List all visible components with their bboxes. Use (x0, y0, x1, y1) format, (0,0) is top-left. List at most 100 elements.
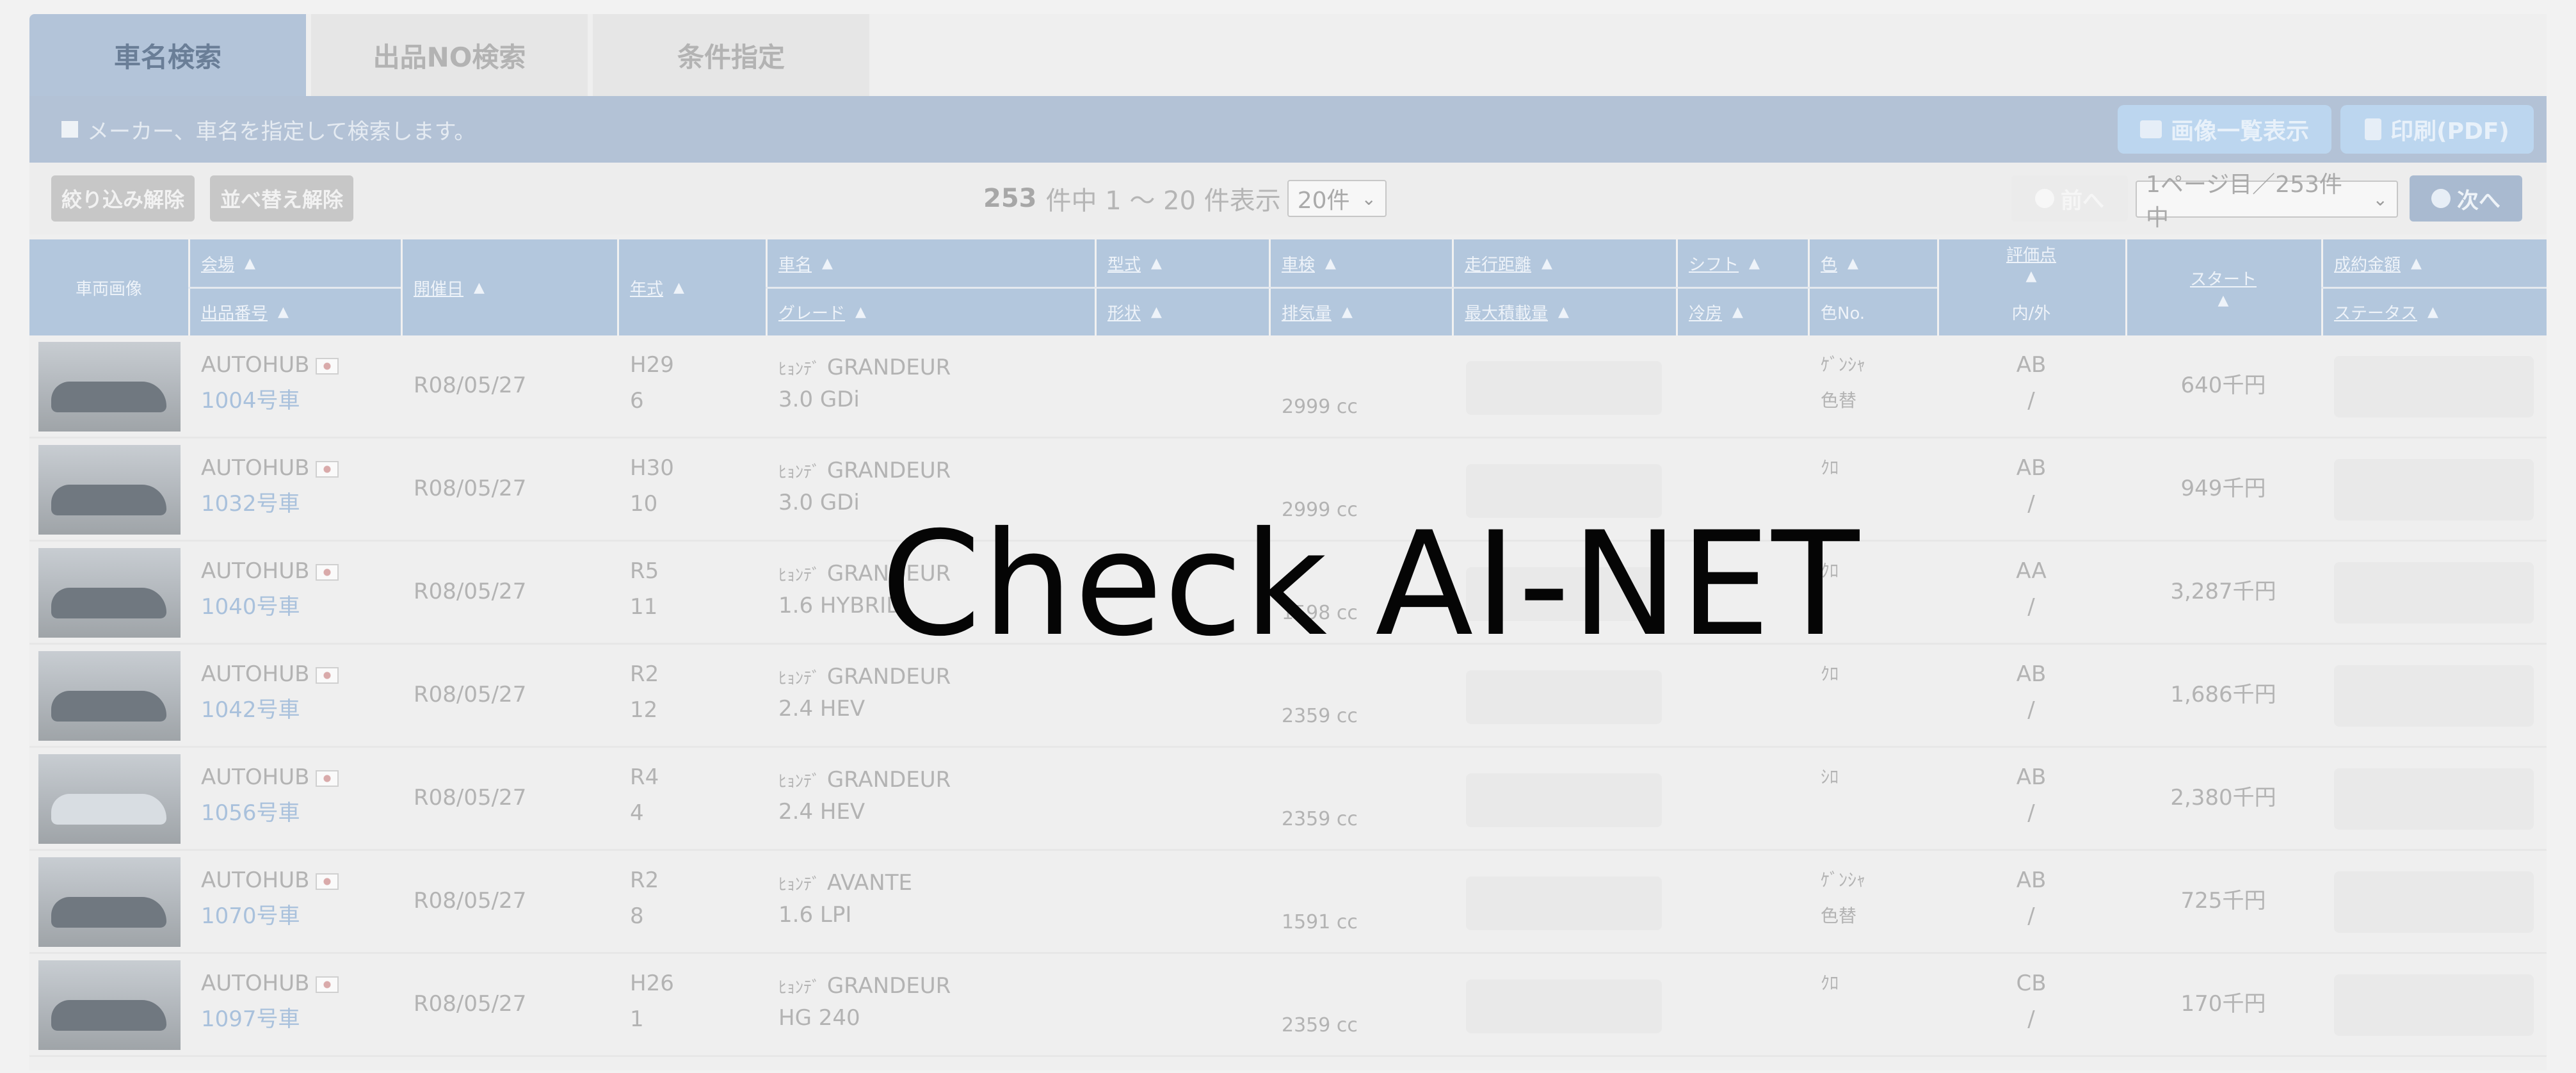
sort-score[interactable]: 評価点 ▲ (1937, 239, 2125, 287)
int-ext-score: / (2027, 594, 2035, 620)
grade: 2.4 HEV (778, 799, 865, 825)
sort-mileage[interactable]: 走行距離 ▲ (1452, 239, 1552, 287)
search-description: メーカー、車名を指定して検索します。 (87, 118, 476, 145)
tab-condition-search[interactable]: 条件指定 (593, 14, 874, 96)
count-suffix: 件中 1 ～ 20 件表示 (1045, 186, 1281, 216)
chevron-down-icon: ⌄ (2372, 188, 2388, 210)
korea-flag-icon (316, 976, 339, 993)
image-list-label: 画像一覧表示 (2170, 118, 2309, 145)
sort-displacement[interactable]: 排気量 ▲ (1269, 288, 1353, 335)
sort-model[interactable]: 型式 ▲ (1095, 239, 1162, 287)
year-month: 8 (630, 903, 644, 929)
year-month: 10 (630, 491, 658, 517)
lot-no-link[interactable]: 1042号車 (201, 692, 300, 728)
clear-sort-button[interactable]: 並べ替え解除 (210, 175, 354, 222)
color: ｸﾛ (1821, 457, 1839, 478)
next-page-button[interactable]: 次へ (2410, 175, 2522, 222)
venue-cell: AUTOHUB (201, 862, 339, 898)
table-row[interactable]: AUTOHUB 1097号車 R08/05/27 H26 1 ﾋｮﾝﾃﾞ GRANDEUR… (29, 954, 2547, 1057)
header-image: 車両画像 (75, 279, 142, 299)
tab-car-name-search[interactable]: 車名検索 (29, 14, 311, 96)
page-select[interactable]: 1ページ目／253件中 ⌄ (2136, 172, 2398, 231)
year-era: R2 (630, 867, 659, 893)
color-note: 色替 (1821, 905, 1857, 926)
vehicle-thumbnail[interactable] (38, 445, 181, 535)
sort-start[interactable]: スタート ▲ (2125, 239, 2321, 335)
color: ｸﾛ (1821, 972, 1839, 994)
start-price: 3,287千円 (2170, 579, 2276, 604)
year-era: H29 (630, 352, 674, 378)
sort-lot-no[interactable]: 出品番号 ▲ (188, 288, 289, 335)
sort-cooling[interactable]: 冷房 ▲ (1676, 288, 1743, 335)
sort-year[interactable]: 年式 ▲ (617, 239, 684, 335)
int-ext-score: / (2027, 1006, 2035, 1032)
year-month: 4 (630, 800, 644, 826)
table-row[interactable]: AUTOHUB 1070号車 R08/05/27 R2 8 ﾋｮﾝﾃﾞ AVANTE 1.6… (29, 851, 2547, 954)
table-row[interactable]: AUTOHUB 1004号車 R08/05/27 H29 6 ﾋｮﾝﾃﾞ GRANDEUR… (29, 335, 2547, 439)
search-info-bar: メーカー、車名を指定して検索します。 画像一覧表示 印刷(PDF) (29, 96, 2547, 163)
korea-flag-icon (316, 563, 339, 581)
per-page-select[interactable]: 20件 ⌄ (1287, 180, 1387, 217)
sort-date[interactable]: 開催日 ▲ (401, 239, 485, 335)
square-bullet-icon (61, 121, 78, 138)
sort-inspection[interactable]: 車検 ▲ (1269, 239, 1336, 287)
vehicle-thumbnail[interactable] (38, 548, 181, 638)
sort-shift[interactable]: シフト ▲ (1676, 239, 1760, 287)
sort-final-price[interactable]: 成約金額 ▲ (2321, 239, 2422, 287)
year-era: H26 (630, 971, 674, 996)
lot-no-link[interactable]: 1004号車 (201, 383, 300, 419)
year-era: R2 (630, 661, 659, 687)
korea-flag-icon (316, 770, 339, 787)
score: AB (2016, 455, 2047, 481)
auction-search-page: 車名検索 出品NO検索 条件指定 メーカー、車名を指定して検索します。 画像一覧… (29, 14, 2547, 1070)
grade: 3.0 GDi (778, 387, 860, 412)
lot-no-link[interactable]: 1056号車 (201, 795, 300, 831)
color: ｹﾞﾝｼｬ (1821, 354, 1866, 375)
score: AB (2016, 764, 2047, 790)
korea-flag-icon (316, 460, 339, 478)
tab-lot-no-search[interactable]: 出品NO検索 (311, 14, 593, 96)
int-ext-score: / (2027, 800, 2035, 826)
lot-no-link[interactable]: 1097号車 (201, 1001, 300, 1037)
grade: 1.6 LPI (778, 902, 852, 928)
vehicle-thumbnail[interactable] (38, 857, 181, 947)
year-era: R5 (630, 558, 659, 584)
sort-car-name[interactable]: 車名 ▲ (766, 239, 833, 287)
clear-filter-button[interactable]: 絞り込み解除 (51, 175, 195, 222)
lot-no-link[interactable]: 1040号車 (201, 589, 300, 625)
prev-page-button[interactable]: 前へ (2011, 175, 2128, 222)
vehicle-thumbnail[interactable] (38, 342, 181, 432)
venue-cell: AUTOHUB (201, 759, 339, 795)
circle-arrow-right-icon (2431, 189, 2451, 208)
displacement: 2359 cc (1282, 808, 1358, 830)
int-ext-score: / (2027, 903, 2035, 929)
lot-no-link[interactable]: 1032号車 (201, 486, 300, 522)
sort-color[interactable]: 色 ▲ (1808, 239, 1858, 287)
sort-grade[interactable]: グレード ▲ (766, 288, 866, 335)
image-list-button[interactable]: 画像一覧表示 (2118, 105, 2331, 154)
header-color-no: 色No. (1821, 303, 1865, 323)
car-name: ﾋｮﾝﾃﾞ GRANDEUR (778, 973, 951, 999)
document-icon (2365, 118, 2382, 140)
sort-status[interactable]: ステータス ▲ (2321, 288, 2438, 335)
score: AB (2016, 661, 2047, 687)
auction-date: R08/05/27 (414, 682, 527, 707)
sort-venue[interactable]: 会場 ▲ (188, 239, 255, 287)
venue-cell: AUTOHUB (201, 347, 339, 383)
table-row[interactable]: AUTOHUB 1056号車 R08/05/27 R4 4 ﾋｮﾝﾃﾞ GRANDEUR 2… (29, 748, 2547, 851)
car-name: ﾋｮﾝﾃﾞ AVANTE (778, 870, 912, 896)
sort-max-load[interactable]: 最大積載量 ▲ (1452, 288, 1569, 335)
year-era: R4 (630, 764, 659, 790)
vehicle-thumbnail[interactable] (38, 754, 181, 844)
vehicle-thumbnail[interactable] (38, 651, 181, 741)
vehicle-thumbnail[interactable] (38, 960, 181, 1050)
grade: 2.4 HEV (778, 696, 865, 722)
lot-no-link[interactable]: 1070号車 (201, 898, 300, 934)
year-month: 11 (630, 594, 658, 620)
korea-flag-icon (316, 873, 339, 890)
sort-shape[interactable]: 形状 ▲ (1095, 288, 1162, 335)
print-pdf-button[interactable]: 印刷(PDF) (2340, 105, 2534, 154)
auction-date: R08/05/27 (414, 785, 527, 811)
start-price: 1,686千円 (2170, 682, 2276, 707)
auction-date: R08/05/27 (414, 476, 527, 501)
